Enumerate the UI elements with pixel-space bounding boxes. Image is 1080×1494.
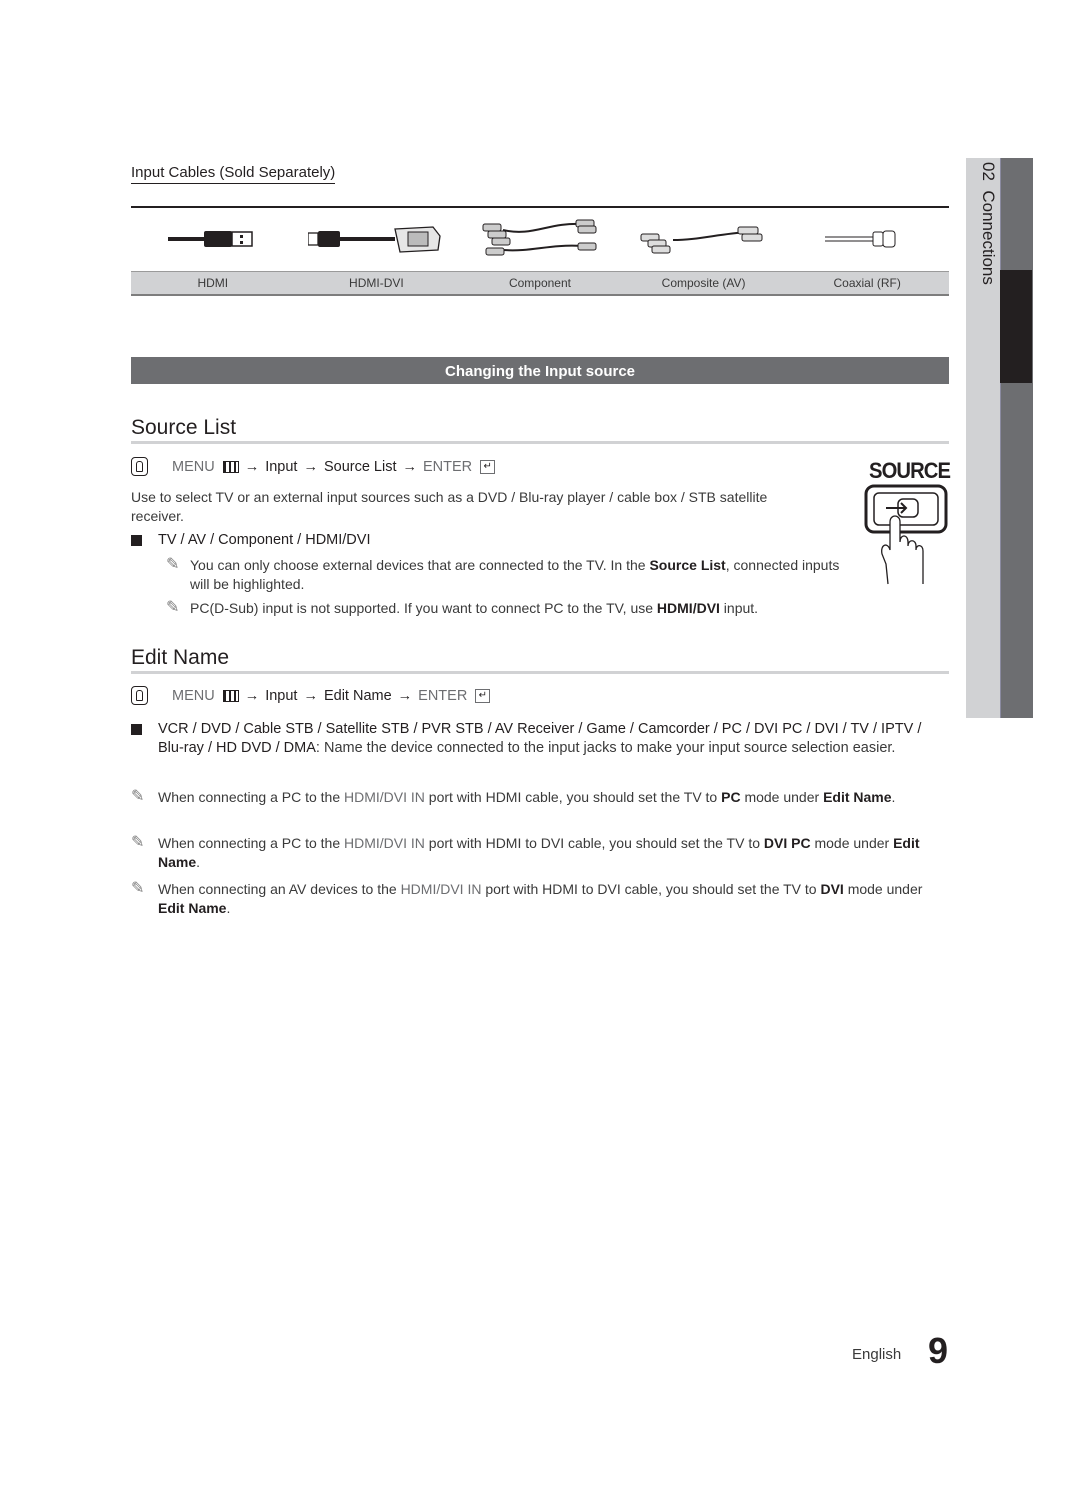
page-number: 9 <box>928 1330 949 1371</box>
side-tab-active-marker <box>1000 270 1032 383</box>
enter-label: ENTER <box>423 458 473 475</box>
enter-icon: ↵ <box>480 459 496 474</box>
note-text: You can only choose external devices tha… <box>190 557 840 592</box>
hdmi-cable-icon <box>168 231 253 247</box>
source-button-hand-icon <box>864 484 948 585</box>
note: ✎ PC(D-Sub) input is not supported. If y… <box>166 599 866 618</box>
bullet-square-icon <box>131 724 142 735</box>
arrow: → <box>244 687 260 704</box>
menu-step: Input <box>265 687 298 704</box>
enter-label: ENTER <box>418 687 468 704</box>
note: ✎ When connecting a PC to the HDMI/DVI I… <box>131 788 921 807</box>
menu-step: Edit Name <box>323 687 392 704</box>
cable-label: Component <box>508 276 571 290</box>
bullet-text: VCR / DVD / Cable STB / Satellite STB / … <box>158 721 922 756</box>
menu-label: MENU <box>172 687 215 704</box>
source-list-description: Use to select TV or an external input so… <box>131 489 768 524</box>
divider <box>131 206 949 208</box>
cables-label-row: HDMI HDMI-DVI Component Composite (AV) C… <box>131 271 949 296</box>
footer-language: English <box>852 1346 902 1363</box>
note: ✎ When connecting a PC to the HDMI/DVI I… <box>131 834 946 872</box>
heading-rule <box>131 441 949 444</box>
cable-label: HDMI <box>197 276 229 290</box>
edit-name-bullet: VCR / DVD / Cable STB / Satellite STB / … <box>131 720 931 758</box>
hdmi-dvi-cable-icon <box>308 226 441 253</box>
note: ✎ You can only choose external devices t… <box>166 556 856 594</box>
enter-icon: ↵ <box>475 688 491 703</box>
bullet-square-icon <box>131 535 142 546</box>
bullet-text: TV / AV / Component / HDMI/DVI <box>158 532 371 548</box>
note-text: When connecting an AV devices to the HDM… <box>158 881 923 916</box>
menu-step: Input <box>265 458 298 475</box>
cable-label: Composite (AV) <box>661 276 746 290</box>
composite-cable-icon <box>640 226 763 254</box>
note-text: When connecting a PC to the HDMI/DVI IN … <box>158 789 896 805</box>
note-pencil-icon: ✎ <box>131 788 145 805</box>
chapter-tab-label[interactable]: 02 Connections <box>970 162 998 312</box>
section-header-bar: Changing the Input source <box>131 357 949 384</box>
heading-rule <box>131 671 949 674</box>
side-tab-strip <box>1000 158 1033 718</box>
cable-label: Coaxial (RF) <box>833 276 901 290</box>
menu-icon <box>222 689 239 702</box>
arrow: → <box>397 687 413 704</box>
note-pencil-icon: ✎ <box>166 599 180 616</box>
note-pencil-icon: ✎ <box>166 556 180 573</box>
arrow: → <box>402 458 418 475</box>
cables-title: Input Cables (Sold Separately) <box>131 164 336 184</box>
chapter-number: 02 <box>979 162 998 181</box>
arrow: → <box>244 458 260 475</box>
remote-hand-icon <box>131 457 148 476</box>
cable-label: HDMI-DVI <box>349 276 404 290</box>
menu-icon <box>222 460 239 473</box>
edit-name-menu-path: MENU → Input → Edit Name → ENTER ↵ <box>131 686 491 705</box>
component-cable-icon <box>482 219 597 256</box>
menu-step: Source List <box>323 458 397 475</box>
source-list-menu-path: MENU → Input → Source List → ENTER ↵ <box>131 457 496 476</box>
note-text: PC(D-Sub) input is not supported. If you… <box>190 600 759 616</box>
coaxial-cable-icon <box>825 230 896 248</box>
menu-label: MENU <box>172 458 215 475</box>
note-text: When connecting a PC to the HDMI/DVI IN … <box>158 835 920 870</box>
arrow: → <box>303 687 318 704</box>
source-list-bullet: TV / AV / Component / HDMI/DVI <box>131 531 370 550</box>
note: ✎ When connecting an AV devices to the H… <box>131 880 946 918</box>
edit-name-heading: Edit Name <box>131 646 230 669</box>
source-button-label: SOURCE <box>869 458 951 483</box>
source-list-heading: Source List <box>131 416 237 439</box>
note-pencil-icon: ✎ <box>131 880 145 897</box>
remote-hand-icon <box>131 686 148 705</box>
chapter-title: Connections <box>979 190 998 285</box>
note-pencil-icon: ✎ <box>131 834 145 851</box>
arrow: → <box>303 458 318 475</box>
